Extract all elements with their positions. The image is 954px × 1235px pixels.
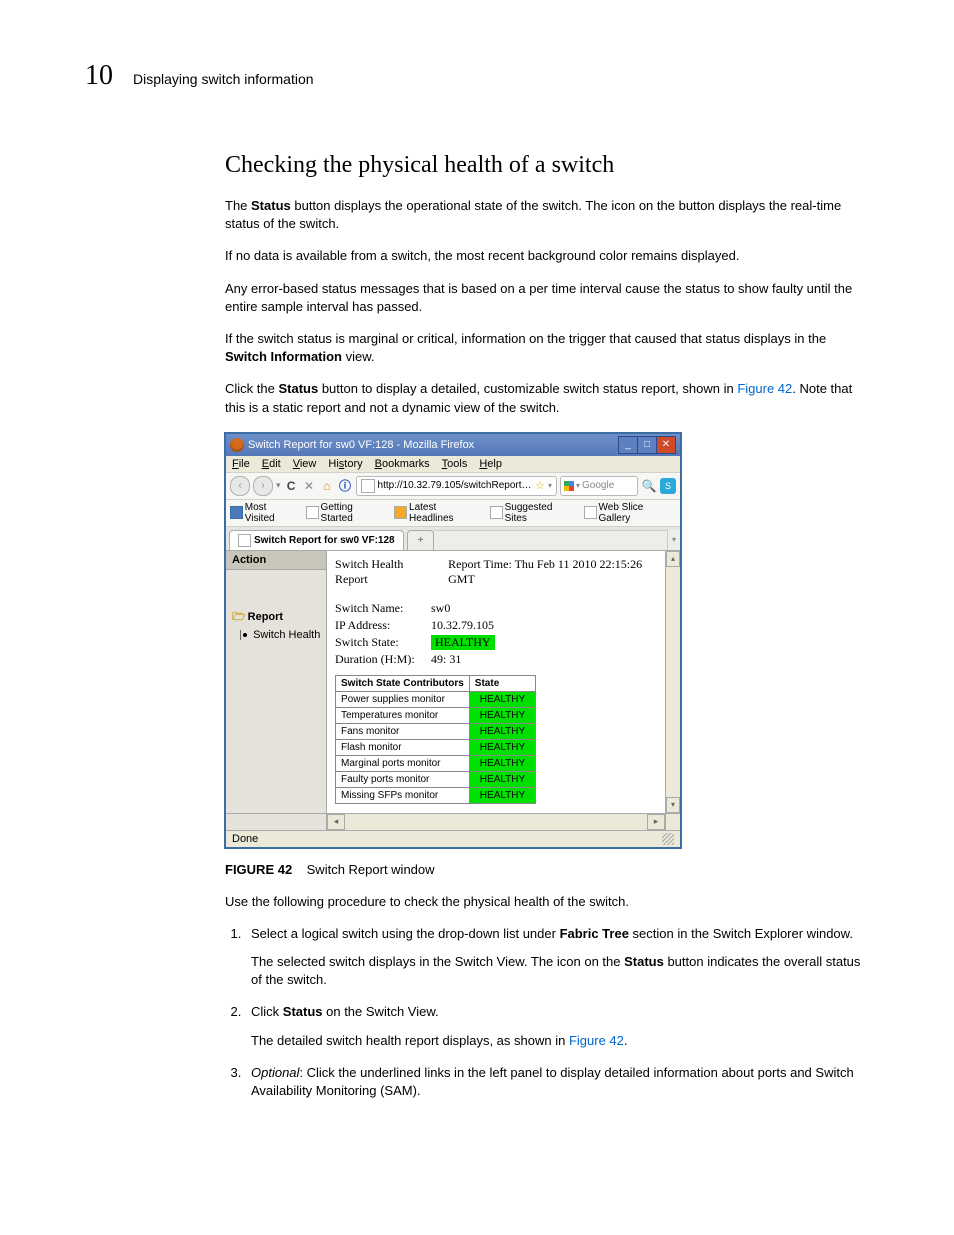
figure-link[interactable]: Figure 42 [569,1033,624,1048]
url-dropdown-icon[interactable]: ▾ [548,481,552,490]
nav-dropdown-icon[interactable]: ▾ [276,480,281,491]
paragraph: Click the Status button to display a det… [225,380,869,416]
scroll-right-icon[interactable]: ▸ [647,814,665,830]
contributors-table: Switch State Contributors State Power su… [335,675,536,804]
search-icon[interactable]: 🔍 [641,478,657,494]
tab-strip: Switch Report for sw0 VF:128 + ▾ [226,527,680,551]
search-box[interactable]: ▾ Google [560,476,638,496]
vertical-scrollbar[interactable]: ▴ ▾ [665,551,680,813]
active-tab[interactable]: Switch Report for sw0 VF:128 [229,530,404,550]
bookmark-suggested-sites[interactable]: Suggested Sites [490,502,576,524]
table-row: Faulty ports monitorHEALTHY [336,771,536,787]
page-number: 10 [85,60,113,92]
browser-window: Switch Report for sw0 VF:128 - Mozilla F… [225,433,681,848]
table-header-state: State [469,675,535,691]
status-text: Done [232,833,258,845]
switch-name-value: sw0 [431,601,450,616]
table-header-contributors: Switch State Contributors [336,675,470,691]
bookmark-web-slice[interactable]: Web Slice Gallery [584,502,676,524]
new-tab-button[interactable]: + [407,530,435,550]
resize-grip-icon[interactable] [662,833,674,845]
stop-icon[interactable]: ✕ [302,478,317,493]
window-title: Switch Report for sw0 VF:128 - Mozilla F… [248,439,618,451]
tab-list-dropdown-icon[interactable]: ▾ [667,530,680,550]
menubar: File Edit View History Bookmarks Tools H… [226,456,680,473]
page-header: 10 Displaying switch information [85,60,869,92]
statusbar: Done [226,830,680,847]
ip-value: 10.32.79.105 [431,618,494,633]
menu-tools[interactable]: Tools [442,458,468,470]
menu-help[interactable]: Help [479,458,502,470]
maximize-button[interactable]: □ [638,436,657,454]
tab-favicon-icon [238,534,251,547]
figure-link[interactable]: Figure 42 [737,381,792,396]
back-button[interactable]: ‹ [230,476,250,496]
bookmarks-toolbar: Most Visited Getting Started Latest Head… [226,500,680,527]
sidebar-item-report[interactable]: 🗁Report [232,608,322,627]
firefox-icon [230,438,244,452]
forward-button[interactable]: › [253,476,273,496]
close-button[interactable]: ✕ [657,436,676,454]
reload-icon[interactable]: C [284,478,299,493]
bookmark-latest-headlines[interactable]: Latest Headlines [394,502,482,524]
info-icon[interactable]: ⓘ [338,478,353,493]
google-icon [564,481,574,491]
menu-bookmarks[interactable]: Bookmarks [375,458,430,470]
menu-file[interactable]: File [232,458,250,470]
paragraph: If no data is available from a switch, t… [225,247,869,265]
scroll-up-icon[interactable]: ▴ [666,551,680,567]
table-row: Fans monitorHEALTHY [336,723,536,739]
procedure-step: Click Status on the Switch View. The det… [245,1003,869,1049]
horizontal-scrollbar[interactable]: ◂ ▸ [327,813,665,830]
report-time: Report Time: Thu Feb 11 2010 22:15:26 GM… [448,557,657,587]
paragraph: If the switch status is marginal or crit… [225,330,869,366]
sidebar-item-switch-health[interactable]: Switch Health [240,629,322,641]
procedure-list: Select a logical switch using the drop-d… [225,925,869,1100]
paragraph: Any error-based status messages that is … [225,280,869,316]
table-row: Flash monitorHEALTHY [336,739,536,755]
sidebar-action-header: Action [226,551,326,570]
status-bold: Status [251,198,291,213]
paragraph: The Status button displays the operation… [225,197,869,233]
procedure-step: Optional: Click the underlined links in … [245,1064,869,1100]
report-sidebar: Action 🗁Report Switch Health [226,551,327,813]
switch-state-value: HEALTHY [431,635,495,650]
paragraph: Use the following procedure to check the… [225,893,869,911]
folder-icon: 🗁 [232,611,246,623]
figure-42: Switch Report for sw0 VF:128 - Mozilla F… [225,433,869,848]
table-row: Power supplies monitorHEALTHY [336,691,536,707]
menu-view[interactable]: View [293,458,317,470]
section-title: Checking the physical health of a switch [225,152,869,179]
bookmark-star-icon[interactable]: ☆ [535,479,545,492]
menu-edit[interactable]: Edit [262,458,281,470]
page-favicon-icon [361,479,375,493]
scroll-down-icon[interactable]: ▾ [666,797,680,813]
report-title: Switch Health Report [335,557,432,587]
section-breadcrumb: Displaying switch information [133,71,314,87]
report-main: Switch Health Report Report Time: Thu Fe… [327,551,665,813]
menu-history[interactable]: History [328,458,362,470]
home-icon[interactable]: ⌂ [320,478,335,493]
table-row: Temperatures monitorHEALTHY [336,707,536,723]
bookmark-getting-started[interactable]: Getting Started [306,502,386,524]
procedure-step: Select a logical switch using the drop-d… [245,925,869,990]
url-bar[interactable]: http://10.32.79.105/switchReport.html?Av… [356,476,557,496]
bookmark-most-visited[interactable]: Most Visited [230,502,298,524]
table-row: Missing SFPs monitorHEALTHY [336,787,536,803]
figure-caption: FIGURE 42 Switch Report window [225,862,869,877]
toolbar: ‹ › ▾ C ✕ ⌂ ⓘ http://10.32.79.105/switch… [226,473,680,500]
scroll-left-icon[interactable]: ◂ [327,814,345,830]
table-row: Marginal ports monitorHEALTHY [336,755,536,771]
duration-value: 49: 31 [431,652,461,667]
minimize-button[interactable]: _ [618,436,638,454]
url-text: http://10.32.79.105/switchReport.html?Av [378,480,533,491]
window-titlebar: Switch Report for sw0 VF:128 - Mozilla F… [226,434,680,456]
addon-icon[interactable]: S [660,478,676,494]
